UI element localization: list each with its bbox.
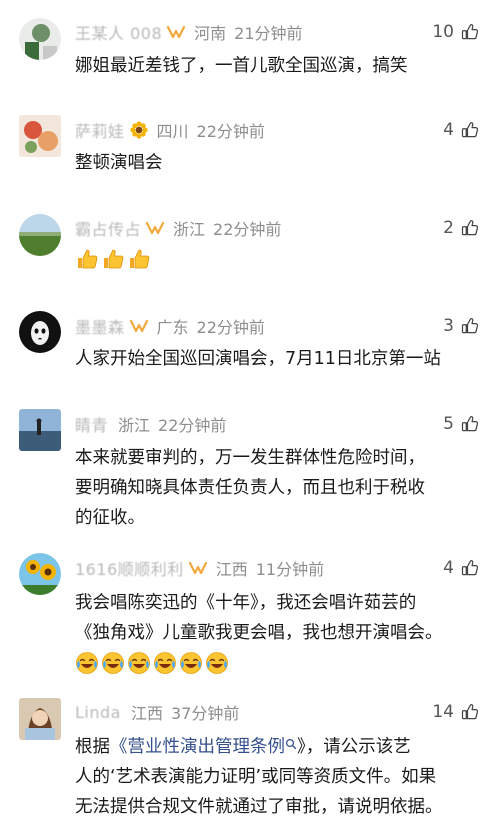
- comment-feed: 王某人 008 河南 21分钟前 10 娜姐最近差钱了，一首儿歌全国巡演，搞笑 …: [0, 0, 502, 817]
- thumbs-up-icon: [460, 558, 480, 578]
- username[interactable]: 墨墨森: [75, 314, 125, 338]
- comment-text: [75, 247, 487, 271]
- comment-text: 人家开始全国巡回演唱会，7月11日北京第一站: [75, 344, 487, 374]
- like-button[interactable]: 4: [443, 554, 480, 582]
- emoji-row: [75, 247, 487, 271]
- comment-meta: 王某人 008 河南 21分钟前: [75, 18, 303, 46]
- location: 广东: [156, 318, 189, 337]
- comment-text-line: 人的‘艺术表演能力证明’或同等资质文件。如果: [75, 767, 437, 787]
- comment-text-line: 《独角戏》儿童歌我更会唱，我也想开演唱会。: [75, 623, 443, 643]
- comment-text: 娜姐最近差钱了，一首儿歌全国巡演，搞笑: [75, 51, 487, 81]
- comment-meta: 1616顺顺利利 江西 11分钟前: [75, 554, 324, 582]
- like-button[interactable]: 14: [432, 698, 480, 726]
- avatar[interactable]: [19, 409, 61, 451]
- comment-text-line: 根据《营业性演出管理条例 》，请公示该艺: [75, 732, 487, 762]
- timestamp: 11分钟前: [255, 560, 325, 579]
- comment-text: 整顿演唱会: [75, 148, 487, 178]
- laugh-cry-emoji-icon: [75, 651, 99, 675]
- timestamp: 21分钟前: [234, 24, 303, 43]
- username[interactable]: 1616顺顺利利: [75, 556, 184, 580]
- laugh-cry-emoji-icon: [179, 651, 203, 675]
- avatar[interactable]: [19, 698, 61, 740]
- vip-badge-icon: [188, 561, 208, 575]
- avatar[interactable]: [19, 311, 61, 353]
- thumbs-up-emoji-icon: [127, 247, 151, 271]
- timestamp: 22分钟前: [213, 220, 282, 239]
- location: 河南: [194, 24, 227, 43]
- timestamp: 22分钟前: [196, 318, 265, 337]
- comment-text: 我会唱陈奕迅的《十年》，我还会唱许茹芸的 《独角戏》儿童歌我更会唱，我也想开演唱…: [75, 588, 487, 675]
- like-count: 2: [443, 218, 454, 238]
- comment-text-line: 整顿演唱会: [75, 153, 163, 173]
- like-button[interactable]: 2: [443, 214, 480, 242]
- search-icon: [285, 738, 297, 750]
- thumbs-up-icon: [460, 702, 480, 722]
- thumbs-up-emoji-icon: [101, 247, 125, 271]
- comment-text: 本来就要审判的，万一发生群体性危险时间， 要明确知晓具体责任负责人，而且也利于税…: [75, 443, 487, 533]
- like-button[interactable]: 4: [443, 116, 480, 144]
- comment-text-line: 本来就要审判的，万一发生群体性危险时间，: [75, 448, 425, 468]
- laugh-cry-emoji-icon: [127, 651, 151, 675]
- comment-text-line: 娜姐最近差钱了，一首儿歌全国巡演，搞笑: [75, 56, 408, 76]
- like-button[interactable]: 3: [443, 312, 480, 340]
- timestamp: 37分钟前: [170, 704, 240, 723]
- comment-text-line: 要明确知晓具体责任负责人，而且也利于税收: [75, 478, 425, 498]
- vip-badge-icon: [145, 221, 165, 235]
- thumbs-up-icon: [460, 316, 480, 336]
- comment-text-line: 人家开始全国巡回演唱会，7月11日北京第一站: [75, 349, 441, 369]
- comment-text: 根据《营业性演出管理条例 》，请公示该艺 人的‘艺术表演能力证明’或同等资质文件。…: [75, 732, 487, 822]
- comment-text-line: 无法提供合规文件就通过了审批，请说明依据。: [75, 797, 443, 817]
- location: 浙江: [118, 416, 151, 435]
- location: 江西: [215, 560, 248, 579]
- location: 浙江: [173, 220, 206, 239]
- avatar[interactable]: [19, 553, 61, 595]
- username[interactable]: Linda: [75, 703, 121, 722]
- like-button[interactable]: 5: [443, 410, 480, 438]
- vip-badge-icon: [129, 319, 149, 333]
- username[interactable]: 王某人 008: [75, 20, 162, 44]
- timestamp: 22分钟前: [158, 416, 227, 435]
- avatar[interactable]: [19, 18, 61, 60]
- avatar[interactable]: [19, 115, 61, 157]
- like-count: 14: [432, 702, 454, 722]
- thumbs-up-emoji-icon: [75, 247, 99, 271]
- laugh-cry-emoji-icon: [205, 651, 229, 675]
- like-count: 3: [443, 316, 454, 336]
- avatar[interactable]: [19, 214, 61, 256]
- laugh-cry-emoji-icon: [101, 651, 125, 675]
- location: 四川: [156, 122, 189, 141]
- thumbs-up-icon: [460, 414, 480, 434]
- like-button[interactable]: 10: [432, 18, 480, 46]
- like-count: 10: [432, 22, 454, 42]
- thumbs-up-icon: [460, 22, 480, 42]
- comment-meta: 萨莉娃 四川 22分钟前: [75, 116, 265, 144]
- regulation-link-text: 《营业性演出管理条例: [110, 737, 285, 757]
- timestamp: 22分钟前: [196, 122, 265, 141]
- laugh-cry-emoji-icon: [153, 651, 177, 675]
- like-count: 4: [443, 558, 454, 578]
- comment-text-line: 我会唱陈奕迅的《十年》，我还会唱许茹芸的: [75, 593, 417, 613]
- emoji-row: [75, 651, 487, 675]
- regulation-link[interactable]: 《营业性演出管理条例: [110, 737, 297, 757]
- username[interactable]: 睛青: [75, 412, 108, 436]
- comment-meta: 霸占传占 浙江 22分钟前: [75, 214, 281, 242]
- comment-meta: 睛青 浙江 22分钟前: [75, 410, 226, 438]
- thumbs-up-icon: [460, 120, 480, 140]
- like-count: 4: [443, 120, 454, 140]
- comment-text-line: 的征收。: [75, 508, 145, 528]
- vip-badge-icon: [166, 25, 186, 39]
- comment-meta: 墨墨森 广东 22分钟前: [75, 312, 265, 340]
- text-segment: 》，请公示该艺: [297, 737, 411, 757]
- like-count: 5: [443, 414, 454, 434]
- text-segment: 根据: [75, 737, 110, 757]
- username[interactable]: 霸占传占: [75, 216, 141, 240]
- username[interactable]: 萨莉娃: [75, 118, 125, 142]
- thumbs-up-icon: [460, 218, 480, 238]
- location: 江西: [130, 704, 163, 723]
- comment-meta: Linda 江西 37分钟前: [75, 698, 239, 726]
- sunflower-badge-icon: [129, 121, 148, 139]
